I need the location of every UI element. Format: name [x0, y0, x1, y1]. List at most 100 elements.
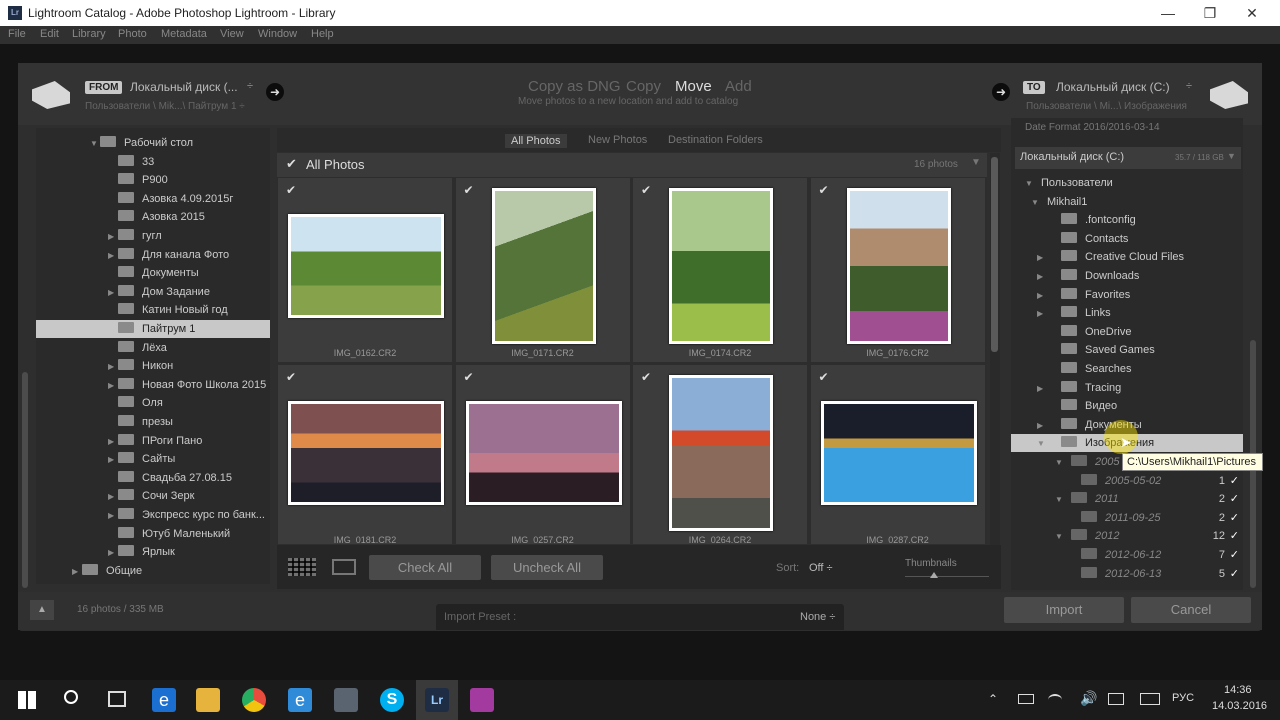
disclosure-triangle-icon[interactable]: ▼ [1055, 454, 1071, 472]
import-preset-dropdown[interactable]: None ÷ [800, 611, 835, 623]
photo-cell[interactable]: ✔ IMG_0181.CR2 [277, 364, 453, 544]
windows-start-icon[interactable] [18, 691, 36, 709]
folder-row[interactable]: ▶ гугл [36, 227, 270, 245]
disclosure-triangle-icon[interactable]: ▶ [1037, 268, 1061, 286]
destination-folder-row[interactable]: ▼ Пользователи [1011, 174, 1243, 192]
date-format-label[interactable]: Date Format 2016/2016-03-14 [1025, 122, 1160, 133]
select-all-checkbox[interactable]: ✔ [286, 156, 297, 172]
thumbnail-size-slider[interactable] [905, 576, 989, 577]
language-indicator[interactable]: РУС [1172, 692, 1194, 704]
filter-destination-folders[interactable]: Destination Folders [668, 134, 763, 146]
menu-library[interactable]: Library [72, 28, 106, 40]
task-view-icon[interactable] [108, 691, 126, 707]
photo-thumbnail[interactable] [669, 375, 773, 531]
photo-thumbnail[interactable] [820, 401, 977, 505]
folder-row[interactable]: презы [36, 413, 270, 431]
disclosure-triangle-icon[interactable]: ▶ [108, 228, 118, 246]
destination-folder-row[interactable]: Contacts [1011, 230, 1243, 248]
folder-row[interactable]: Лёха [36, 339, 270, 357]
disclosure-triangle-icon[interactable]: ▶ [108, 507, 118, 525]
folder-checkbox[interactable]: ✓ [1230, 565, 1239, 583]
destination-folder-row[interactable]: OneDrive [1011, 323, 1243, 341]
thumbnail-slider-handle[interactable] [930, 572, 938, 578]
mode-move[interactable]: Move [675, 78, 712, 95]
filter-all-photos[interactable]: All Photos [505, 134, 567, 148]
photo-cell[interactable]: ✔ IMG_0171.CR2 [454, 177, 631, 363]
folder-row[interactable]: Пайтрум 1 [36, 320, 270, 338]
keyboard-icon[interactable] [1140, 693, 1160, 705]
folder-row[interactable]: ▶ Для канала Фото [36, 246, 270, 264]
folder-row[interactable]: Ютуб Маленький [36, 525, 270, 543]
photo-cell[interactable]: ✔ IMG_0162.CR2 [277, 177, 453, 363]
minimize-button[interactable]: — [1146, 2, 1190, 24]
menu-view[interactable]: View [220, 28, 244, 40]
disclosure-triangle-icon[interactable]: ▶ [1037, 305, 1061, 323]
folder-checkbox[interactable]: ✓ [1230, 546, 1239, 564]
disclosure-triangle-icon[interactable]: ▶ [108, 284, 118, 302]
dated-folder-row[interactable]: 2011-09-25 2 ✓ [1011, 509, 1243, 527]
file-explorer-icon[interactable] [196, 688, 220, 712]
photo-checkbox[interactable]: ✔ [464, 371, 476, 383]
folder-row[interactable]: Азовка 4.09.2015г [36, 190, 270, 208]
grid-scrollbar-thumb[interactable] [991, 157, 998, 352]
cancel-button[interactable]: Cancel [1131, 597, 1251, 623]
folder-row[interactable]: ▶ ПРоги Пано [36, 432, 270, 450]
monitor-app-icon[interactable] [334, 688, 358, 712]
mode-copy-as-dng[interactable]: Copy as DNG [528, 78, 621, 95]
disclosure-triangle-icon[interactable]: ▶ [72, 563, 82, 581]
mode-add[interactable]: Add [725, 78, 752, 95]
filter-new-photos[interactable]: New Photos [588, 134, 647, 146]
disclosure-triangle-icon[interactable]: ▶ [108, 451, 118, 469]
maximize-button[interactable]: ❐ [1188, 2, 1232, 24]
grid-menu-triangle-icon[interactable]: ▼ [971, 157, 981, 168]
disclosure-triangle-icon[interactable]: ▶ [1037, 380, 1061, 398]
mode-copy[interactable]: Copy [626, 78, 661, 95]
disclosure-triangle-icon[interactable]: ▶ [108, 358, 118, 376]
grid-view-icon[interactable] [288, 558, 316, 576]
close-button[interactable]: ✕ [1230, 2, 1274, 24]
dated-folder-row[interactable]: ▼ 2011 2 ✓ [1011, 490, 1243, 508]
disclosure-triangle-icon[interactable]: ▶ [108, 247, 118, 265]
photo-thumbnail[interactable] [288, 214, 444, 318]
menu-metadata[interactable]: Metadata [161, 28, 207, 40]
photo-cell[interactable]: ✔ IMG_0176.CR2 [809, 177, 986, 363]
folder-row[interactable]: Оля [36, 394, 270, 412]
photo-checkbox[interactable]: ✔ [286, 184, 298, 196]
sort-dropdown[interactable]: Off ÷ [809, 562, 833, 574]
source-drive-label[interactable]: Локальный диск (... [130, 80, 238, 94]
folder-row[interactable]: ▶ Общие [36, 562, 270, 580]
folder-row[interactable]: Р900 [36, 171, 270, 189]
chevron-up-icon[interactable]: ⌃ [988, 692, 998, 706]
destination-folder-row[interactable]: ▶ Creative Cloud Files [1011, 248, 1243, 266]
photo-checkbox[interactable]: ✔ [819, 371, 831, 383]
destination-folder-row[interactable]: Searches [1011, 360, 1243, 378]
folder-row[interactable]: Катин Новый год [36, 301, 270, 319]
photo-cell[interactable]: ✔ IMG_0174.CR2 [632, 177, 808, 363]
photo-thumbnail[interactable] [669, 188, 773, 344]
folder-checkbox[interactable]: ✓ [1230, 490, 1239, 508]
clock-time[interactable]: 14:36 [1224, 684, 1252, 696]
disclosure-triangle-icon[interactable]: ▶ [108, 433, 118, 451]
wifi-icon[interactable] [1048, 694, 1062, 706]
folder-checkbox[interactable]: ✓ [1230, 527, 1239, 545]
destination-folder-row[interactable]: ▼ Mikhail1 [1011, 193, 1243, 211]
folder-row[interactable]: ▶ Экспресс курс по банк... [36, 506, 270, 524]
photo-thumbnail[interactable] [491, 188, 596, 344]
photo-thumbnail[interactable] [288, 401, 444, 505]
folder-row[interactable]: Документы [36, 264, 270, 282]
folder-row[interactable]: ▶ Ярлык [36, 543, 270, 561]
menu-file[interactable]: File [8, 28, 26, 40]
photo-checkbox[interactable]: ✔ [641, 184, 653, 196]
import-button[interactable]: Import [1004, 597, 1124, 623]
disclosure-triangle-icon[interactable]: ▶ [1037, 249, 1061, 267]
folder-row[interactable]: ▶ Никон [36, 357, 270, 375]
disclosure-triangle-icon[interactable]: ▼ [90, 135, 100, 153]
menu-photo[interactable]: Photo [118, 28, 147, 40]
menu-help[interactable]: Help [311, 28, 334, 40]
dated-folder-row[interactable]: 2005-05-02 1 ✓ [1011, 472, 1243, 490]
destination-folder-row[interactable]: ▶ Favorites [1011, 286, 1243, 304]
grid-scrollbar-track[interactable] [990, 153, 1000, 545]
notification-icon[interactable] [1108, 693, 1124, 705]
video-editor-icon[interactable] [470, 688, 494, 712]
folder-row[interactable]: ▶ Сочи Зерк [36, 487, 270, 505]
